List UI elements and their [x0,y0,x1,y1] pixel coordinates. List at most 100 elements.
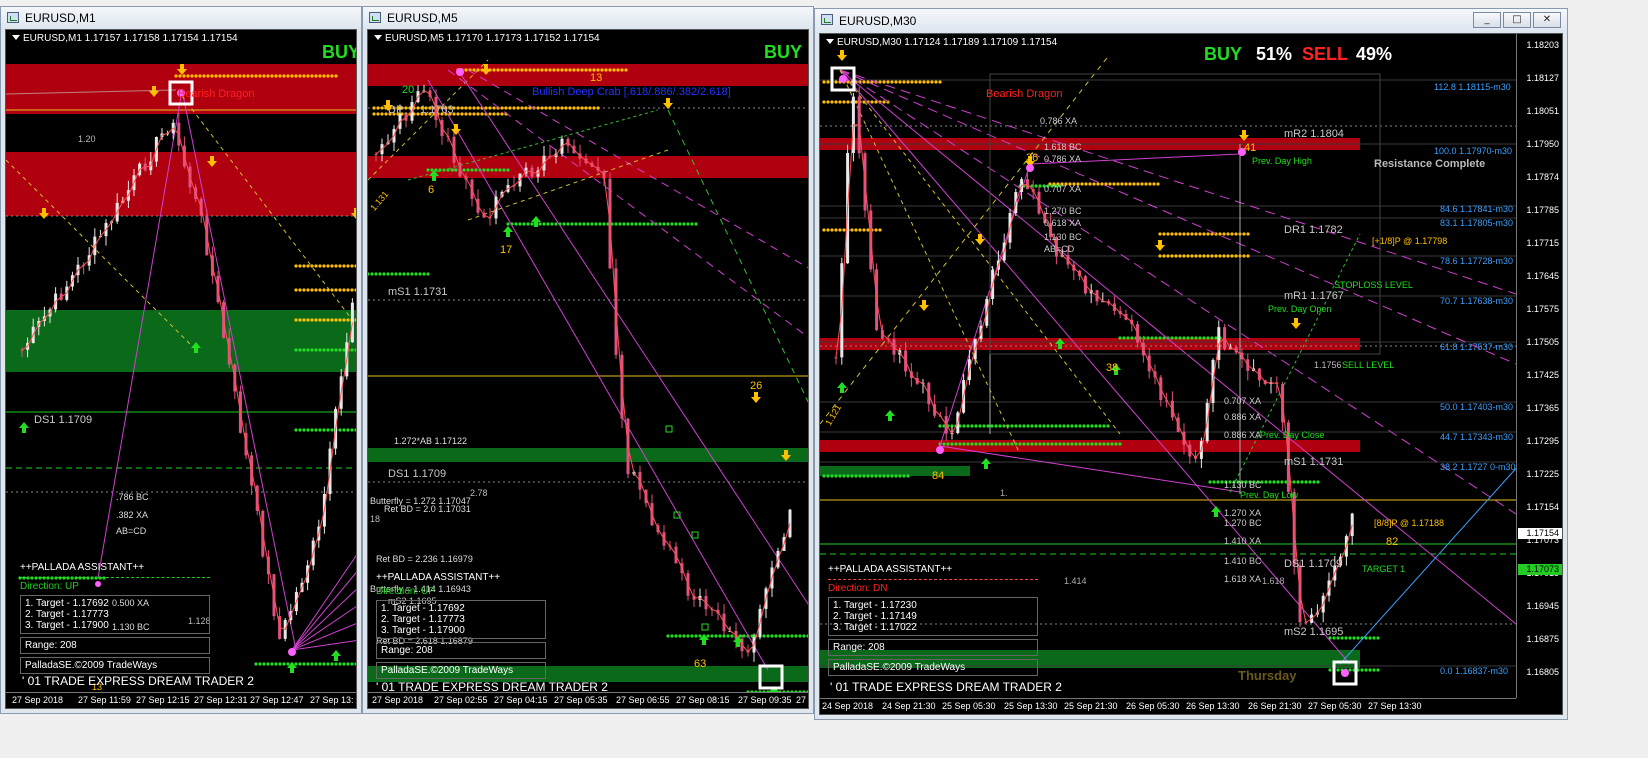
dotted-level [822,474,826,478]
dotted-level [1100,182,1104,186]
pattern-fib-label: 1.410 BC [1224,556,1262,566]
chart-window-m5[interactable]: EURUSD,M5 EURUSD,M5 1.17170 1.17173 1.17… [362,6,814,714]
projection-label: Ret BD = 2.0 1.17031 [384,504,471,514]
dotted-level [426,272,430,276]
chevron-down-icon[interactable] [374,35,382,40]
time-axis: 27 Sep 2018 27 Sep 11:59 27 Sep 12:15 27… [6,692,356,708]
dotted-level [1086,424,1090,428]
dotted-level [372,106,376,110]
dotted-level [1054,442,1058,446]
dotted-level [194,74,198,78]
price-axis[interactable]: 1.18203 1.18127 1.18051 1.17950 1.17874 1.177… [1516,34,1562,698]
chevron-down-icon[interactable] [826,39,834,44]
chart-area[interactable]: EURUSD,M5 1.17170 1.17173 1.17152 1.1715… [367,29,809,709]
dotted-level [286,662,290,666]
dotted-level [422,272,426,276]
price-axis-label: 1.17950 [1526,139,1559,149]
fib-level-label: 50.0 1.17403-m30 [1440,402,1514,412]
title-bar[interactable]: EURUSD,M1 [1,7,361,29]
dotted-level [314,74,318,78]
dotted-level [334,74,338,78]
dotted-level [512,68,516,72]
dotted-level [1352,636,1356,640]
dotted-level [338,662,342,666]
dotted-level [1070,442,1074,446]
dotted-level [866,228,870,232]
chart-area[interactable]: EURUSD,M30 1.17124 1.17189 1.17109 1.171… [819,33,1563,715]
trend-line [839,69,1517,295]
dotted-level [334,662,338,666]
title-bar[interactable]: EURUSD,M30 _ □ ✕ [815,9,1567,33]
dotted-level [306,264,310,268]
dotted-level [462,168,466,172]
title-bar[interactable]: EURUSD,M5 [363,7,813,29]
dotted-level [586,222,590,226]
minimize-button[interactable]: _ [1473,12,1501,28]
time-axis[interactable]: 24 Sep 2018 24 Sep 21:30 25 Sep 05:30 25… [820,698,1516,714]
dotted-level [262,74,266,78]
dotted-level [404,106,408,110]
dotted-level [1304,480,1308,484]
dotted-level [540,106,544,110]
assistant-title: ++PALLADA ASSISTANT++ [376,572,501,583]
close-button[interactable]: ✕ [1533,12,1561,28]
dotted-level [862,228,866,232]
dotted-level [354,288,356,292]
dotted-level [1042,442,1046,446]
dotted-level [342,264,346,268]
chevron-down-icon[interactable] [12,35,20,40]
dotted-level [552,106,556,110]
dotted-level [1308,480,1312,484]
dotted-level [1206,336,1210,340]
dotted-level [1174,336,1178,340]
dotted-level [714,634,718,638]
price-zone [6,114,356,154]
dotted-level [830,474,834,478]
dotted-level [488,112,492,116]
dotted-level [314,662,318,666]
dotted-level [1166,232,1170,236]
dotted-level [584,106,588,110]
dotted-level [1208,480,1212,484]
dotted-level [958,442,962,446]
dotted-level [902,80,906,84]
pattern-marker [665,425,673,433]
dotted-level [646,222,650,226]
dotted-level [310,264,314,268]
dotted-level [266,74,270,78]
chart-window-m1[interactable]: EURUSD,M1 EURUSD,M1 1.17157 1.17158 1.17… [0,6,362,714]
dr1-label: DR1 1.1782 [1284,224,1343,236]
dotted-level [722,634,726,638]
dotted-level [634,222,638,226]
dotted-level [302,318,306,322]
dotted-level [1092,182,1096,186]
time-axis-label: 25 Sep 13:30 [1004,701,1058,711]
dotted-level [350,288,354,292]
pattern-point [456,68,464,76]
price-axis-label: 1.17575 [1526,304,1559,314]
dotted-level [1090,424,1094,428]
restore-button[interactable]: □ [1503,12,1531,28]
dotted-level [862,474,866,478]
dotted-level [506,222,510,226]
dotted-level [472,68,476,72]
dotted-level [938,424,942,428]
window-title: EURUSD,M1 [25,11,96,25]
dotted-level [536,106,540,110]
dotted-level [822,228,826,232]
dotted-level [476,112,480,116]
assistant-range: Range: 208 [20,637,210,654]
dotted-level [500,112,504,116]
chart-area[interactable]: EURUSD,M1 1.17157 1.17158 1.17154 1.1715… [5,29,357,709]
dotted-level [492,106,496,110]
chart-window-m30[interactable]: EURUSD,M30 _ □ ✕ EURUSD,M30 1.17124 1.17… [814,8,1568,720]
dotted-level [970,442,974,446]
dotted-level [1122,336,1126,340]
chart-header: EURUSD,M30 1.17124 1.17189 1.17109 1.171… [826,37,1057,48]
murrey-level-label: [+1/8]P @ 1.17798 [1372,236,1448,246]
time-axis-label: 27 Sep 04:15 [494,695,548,705]
dotted-level [1126,336,1130,340]
dotted-level [686,222,690,226]
dotted-level [294,264,298,268]
dotted-level [1230,254,1234,258]
